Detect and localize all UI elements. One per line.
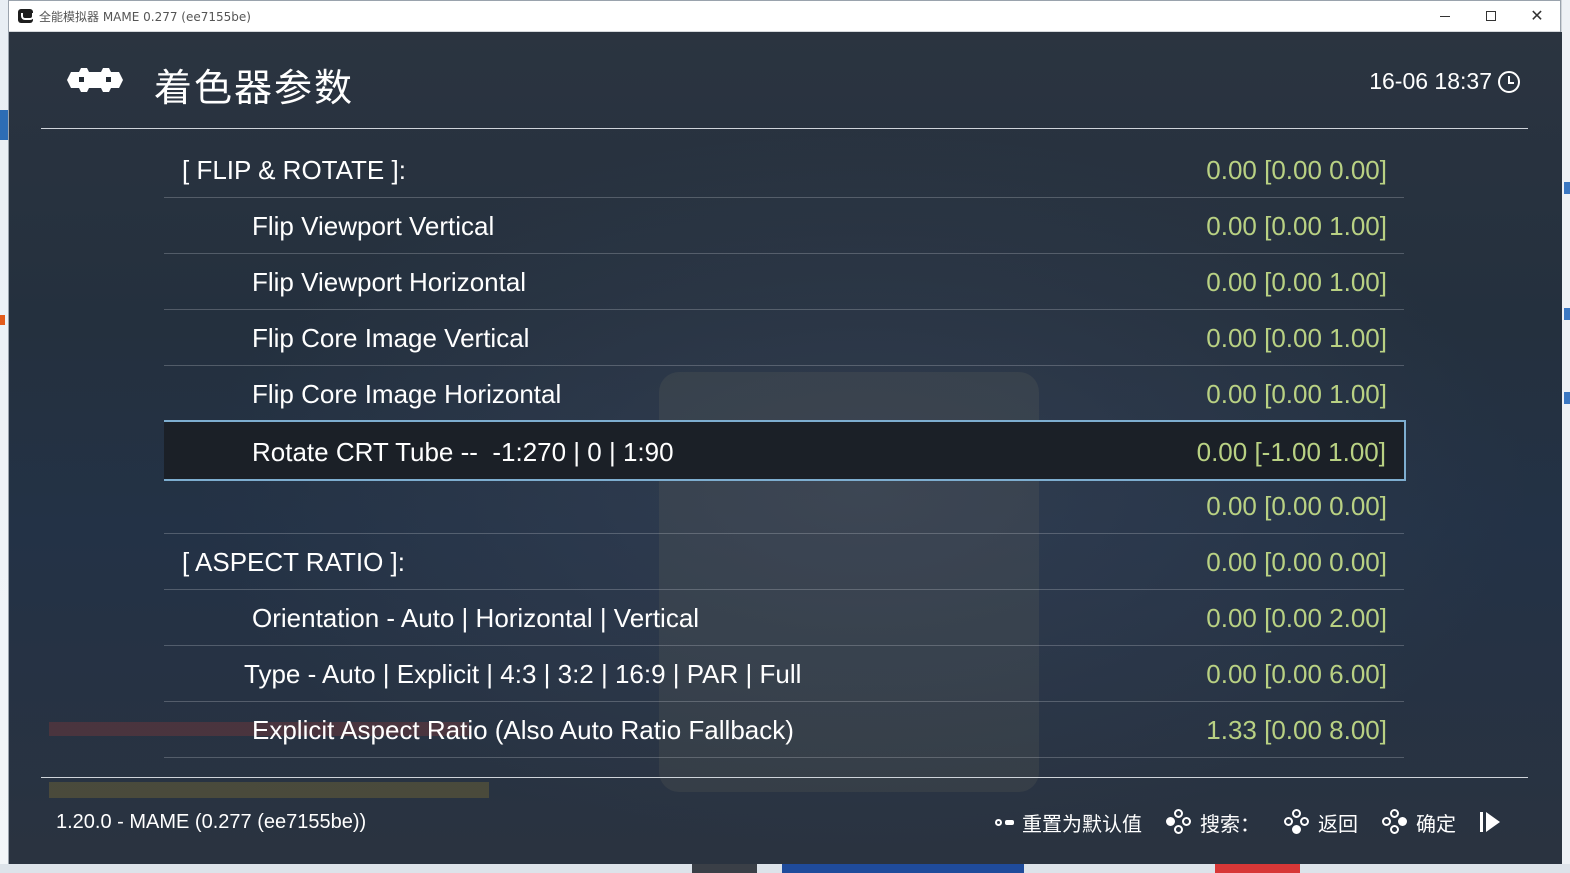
param-value: 0.00 [0.00 0.00] xyxy=(1206,155,1387,185)
param-value: 0.00 [0.00 0.00] xyxy=(1206,771,1387,776)
shader-param-row[interactable]: Orientation - Auto | Horizontal | Vertic… xyxy=(164,590,1404,646)
clock: 16-06 18:37 xyxy=(1369,68,1520,95)
ok-label: 确定 xyxy=(1416,811,1456,836)
footer-divider xyxy=(41,777,1528,778)
param-label: [ ASPECT RATIO ]: xyxy=(182,547,405,577)
shader-parameter-list[interactable]: [ FLIP & ROTATE ]: 0.00 [0.00 0.00] Flip V… xyxy=(164,142,1406,776)
desktop-window-peek xyxy=(1215,864,1300,873)
desktop-edge-left xyxy=(0,0,8,873)
param-value: 1.33 [0.00 8.00] xyxy=(1206,715,1387,745)
gamepad-bottom-icon xyxy=(1284,809,1310,835)
shader-param-row[interactable]: Flip Core Image Vertical 0.00 [0.00 1.00] xyxy=(164,310,1404,366)
param-value: 0.00 [-1.00 1.00] xyxy=(1196,437,1386,467)
desktop-edge-mark xyxy=(1564,308,1570,320)
section-header-row[interactable]: [ FLIP & ROTATE ]: 0.00 [0.00 0.00] xyxy=(164,142,1404,198)
gamepad-left-icon xyxy=(1166,809,1192,835)
desktop-edge-mark xyxy=(1564,182,1570,194)
shader-param-row[interactable]: Flip Viewport Vertical 0.00 [0.00 1.00] xyxy=(164,198,1404,254)
maximize-icon xyxy=(1486,11,1496,21)
search-label: 搜索： xyxy=(1200,811,1260,836)
window-title: 全能模拟器 MAME 0.277 (ee7155be) xyxy=(39,10,251,24)
param-label: Flip Core Image Horizontal xyxy=(252,379,562,409)
reset-default-label: 重置为默认值 xyxy=(1022,811,1142,836)
footer-actions: 重置为默认值 搜索： 返回 确定 xyxy=(995,805,1500,839)
page-title: 着色器参数 xyxy=(154,66,355,110)
shader-param-row[interactable]: Flip Core Image Horizontal 0.00 [0.00 1.0… xyxy=(164,366,1404,422)
param-value: 0.00 [0.00 0.00] xyxy=(1206,547,1387,577)
desktop-bottom-strip xyxy=(0,864,1570,873)
param-label: Orientation - Auto | Horizontal | Vertic… xyxy=(252,603,700,633)
param-label: Type - Auto | Explicit | 4:3 | 3:2 | 16:… xyxy=(244,659,802,689)
desktop-edge-mark xyxy=(1564,392,1570,404)
param-value: 0.00 [0.00 6.00] xyxy=(1206,659,1387,689)
clock-icon xyxy=(1498,70,1520,93)
header-divider xyxy=(41,128,1528,129)
back-label: 返回 xyxy=(1318,811,1358,836)
retroarch-logo-icon xyxy=(67,68,123,92)
start-play-icon xyxy=(1480,812,1500,832)
title-bar[interactable]: 全能模拟器 MAME 0.277 (ee7155be) ✕ xyxy=(9,1,1560,32)
param-value: 0.00 [0.00 1.00] xyxy=(1206,211,1387,241)
minimize-icon xyxy=(1440,15,1450,17)
shader-param-row[interactable]: Rotate CRT Tube -- -1:270 | 0 | 1:90 0.00… xyxy=(164,420,1406,481)
clock-text: 16-06 18:37 xyxy=(1369,68,1492,94)
back-action[interactable]: 返回 xyxy=(1284,808,1358,837)
menu-stage: 着色器参数 16-06 18:37 [ FLIP & ROTATE ]: 0.00… xyxy=(9,32,1562,864)
ok-action[interactable]: 确定 xyxy=(1382,808,1456,837)
search-action[interactable]: 搜索： xyxy=(1166,808,1260,837)
game-background xyxy=(49,782,489,798)
desktop-window-peek xyxy=(692,864,757,873)
param-label: Flip Core Image Vertical xyxy=(252,323,530,353)
app-icon xyxy=(18,9,34,23)
section-header-row[interactable]: [ ASPECT RATIO ]: 0.00 [0.00 0.00] xyxy=(164,534,1404,590)
desktop-edge-right xyxy=(1562,0,1570,873)
param-value: 0.00 [0.00 1.00] xyxy=(1206,323,1387,353)
param-value: 0.00 [0.00 1.00] xyxy=(1206,379,1387,409)
start-action[interactable] xyxy=(1480,812,1500,832)
emulator-window: 全能模拟器 MAME 0.277 (ee7155be) ✕ 着色器参数 16-0… xyxy=(8,0,1562,864)
param-value: 0.00 [0.00 1.00] xyxy=(1206,267,1387,297)
close-button[interactable]: ✕ xyxy=(1514,1,1560,31)
shader-param-row[interactable]: 0.00 [0.00 0.00] xyxy=(164,758,1404,776)
desktop-taskbar-mark xyxy=(0,110,8,140)
close-icon: ✕ xyxy=(1530,6,1544,25)
shader-param-row[interactable]: Type - Auto | Explicit | 4:3 | 3:2 | 16:… xyxy=(164,646,1404,702)
param-label: [ FLIP & ROTATE ]: xyxy=(182,155,406,185)
param-value: 0.00 [0.00 0.00] xyxy=(1206,491,1387,521)
shader-param-row[interactable]: 0.00 [0.00 0.00] xyxy=(164,478,1404,534)
param-value: 0.00 [0.00 2.00] xyxy=(1206,603,1387,633)
desktop-taskbar-mark xyxy=(0,315,5,325)
desktop-window-peek xyxy=(782,864,1024,873)
reset-default-action[interactable]: 重置为默认值 xyxy=(995,808,1142,837)
select-button-icon xyxy=(995,818,1014,826)
gamepad-right-icon xyxy=(1382,809,1408,835)
minimize-button[interactable] xyxy=(1422,1,1468,31)
maximize-button[interactable] xyxy=(1468,1,1514,31)
param-label: Flip Viewport Horizontal xyxy=(252,267,527,297)
param-label: Flip Viewport Vertical xyxy=(252,211,495,241)
version-text: 1.20.0 - MAME (0.277 (ee7155be)) xyxy=(56,811,367,833)
param-label: Rotate CRT Tube -- -1:270 | 0 | 1:90 xyxy=(252,437,674,467)
param-label: Explicit Aspect Ratio (Also Auto Ratio F… xyxy=(252,715,794,745)
shader-param-row[interactable]: Flip Viewport Horizontal 0.00 [0.00 1.00] xyxy=(164,254,1404,310)
shader-param-row[interactable]: Explicit Aspect Ratio (Also Auto Ratio F… xyxy=(164,702,1404,758)
